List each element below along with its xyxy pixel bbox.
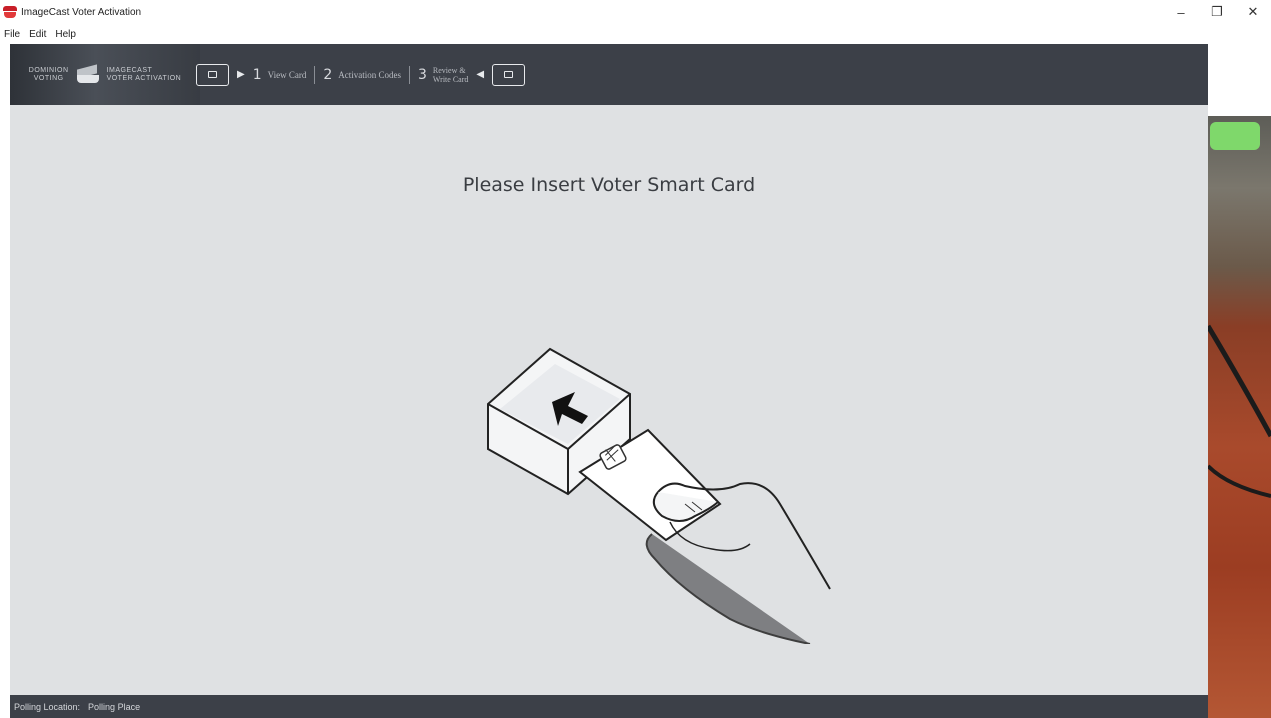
background-photo <box>1208 116 1271 718</box>
title-bar: ImageCast Voter Activation – ❐ ✕ <box>0 0 1271 24</box>
arrow-left-icon: ◀ <box>476 69 485 80</box>
window-title: ImageCast Voter Activation <box>21 6 142 18</box>
step-3-label: Review & Write Card <box>432 65 469 84</box>
smart-card-reader-icon <box>480 344 840 649</box>
menu-bar: File Edit Help <box>0 24 1271 44</box>
card-icon <box>492 63 526 86</box>
menu-file[interactable]: File <box>4 29 20 40</box>
step-1-label: View Card <box>267 69 307 80</box>
progress-steps: ▶ 1 View Card 2 Activation Codes 3 Revie… <box>196 44 526 105</box>
minimize-button[interactable]: – <box>1163 0 1199 24</box>
step-divider <box>314 65 316 84</box>
close-button[interactable]: ✕ <box>1235 0 1271 24</box>
card-icon <box>196 63 229 86</box>
window-controls: – ❐ ✕ <box>1163 0 1271 24</box>
step-1-number: 1 <box>252 66 262 83</box>
arrow-right-icon: ▶ <box>237 69 245 80</box>
menu-edit[interactable]: Edit <box>29 29 46 40</box>
insert-card-prompt: Please Insert Voter Smart Card <box>462 174 756 196</box>
header-bar: DOMINION VOTING IMAGECAST VOTER ACTIVATI… <box>10 44 1208 105</box>
step-divider <box>409 65 410 84</box>
polling-location-label: Polling Location: <box>14 701 81 712</box>
polling-location-value: Polling Place <box>88 701 141 712</box>
logo-dominion-text: DOMINION VOTING <box>28 66 69 82</box>
app-icon <box>3 6 17 18</box>
step-2-number: 2 <box>323 66 333 83</box>
step-2-label: Activation Codes <box>338 69 401 80</box>
maximize-button[interactable]: ❐ <box>1199 0 1235 24</box>
menu-help[interactable]: Help <box>55 29 76 40</box>
app-window: DOMINION VOTING IMAGECAST VOTER ACTIVATI… <box>10 44 1208 718</box>
logo: DOMINION VOTING IMAGECAST VOTER ACTIVATI… <box>10 44 200 105</box>
logo-imagecast-text: IMAGECAST VOTER ACTIVATION <box>106 66 182 82</box>
step-3-number: 3 <box>418 66 427 83</box>
logo-mark-icon <box>74 63 102 85</box>
status-bar: Polling Location: Polling Place <box>10 695 1208 718</box>
